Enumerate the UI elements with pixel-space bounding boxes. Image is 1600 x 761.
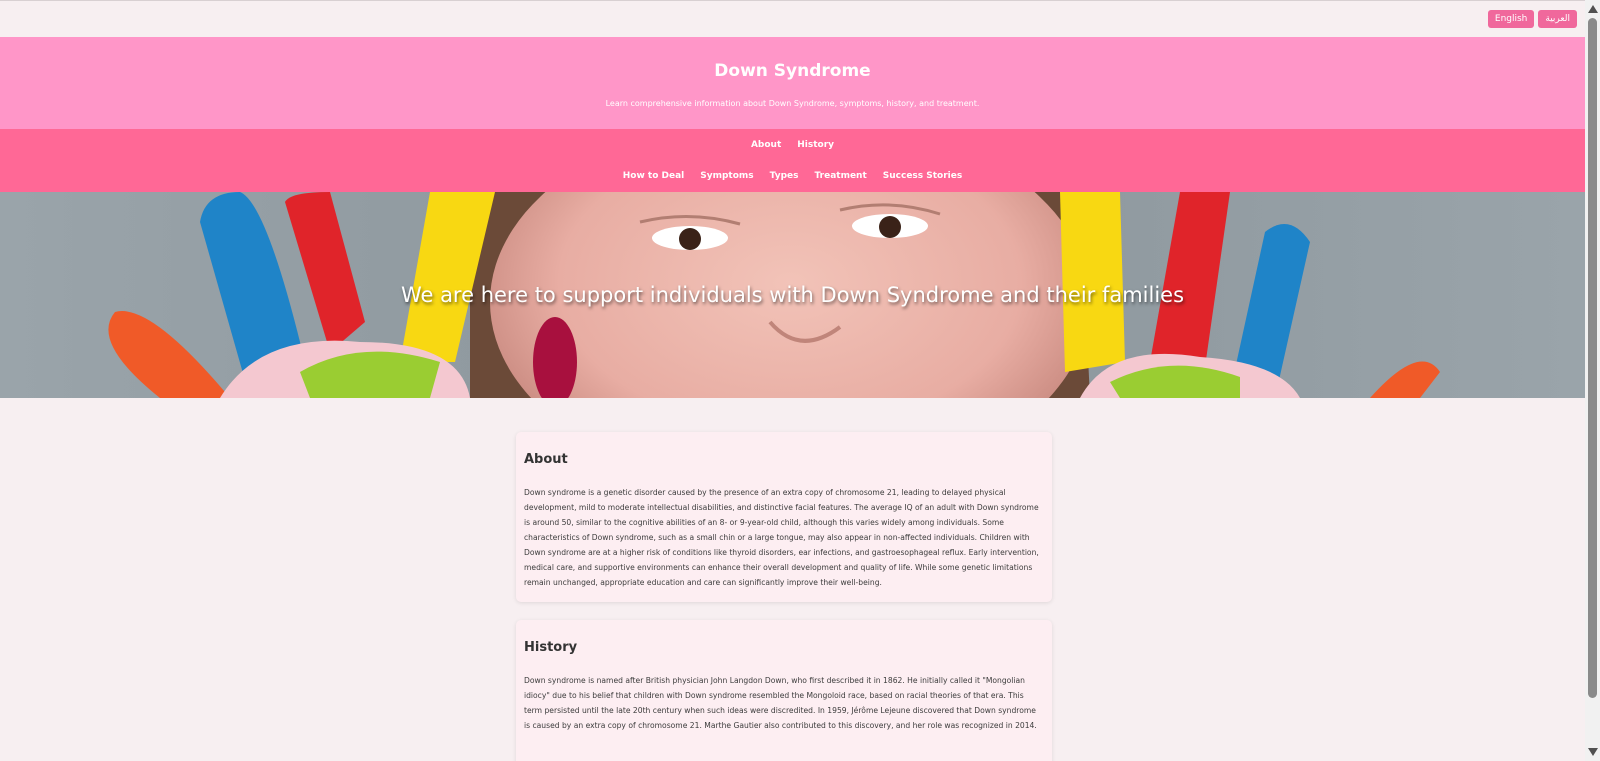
nav-link-types[interactable]: Types bbox=[770, 170, 799, 182]
scrollbar-thumb[interactable] bbox=[1588, 18, 1597, 698]
browser-viewport: English العربية Down Syndrome Learn comp… bbox=[0, 0, 1600, 761]
nav-row-primary: About History bbox=[0, 139, 1585, 151]
vertical-scrollbar[interactable] bbox=[1585, 0, 1600, 761]
scroll-up-arrow-icon[interactable] bbox=[1588, 5, 1598, 13]
history-section: History Down syndrome is named after Bri… bbox=[516, 620, 1052, 761]
scroll-down-arrow-icon[interactable] bbox=[1588, 748, 1598, 756]
hero-banner: We are here to support individuals with … bbox=[0, 192, 1585, 398]
language-switcher: English العربية bbox=[1487, 10, 1577, 28]
site-header: Down Syndrome Learn comprehensive inform… bbox=[0, 37, 1585, 129]
hero-tagline: We are here to support individuals with … bbox=[400, 283, 1185, 307]
nav-link-history[interactable]: History bbox=[797, 139, 834, 151]
page: English العربية Down Syndrome Learn comp… bbox=[0, 0, 1585, 761]
history-text: Down syndrome is named after British phy… bbox=[524, 676, 1037, 730]
about-title: About bbox=[524, 452, 568, 467]
site-title: Down Syndrome bbox=[714, 61, 871, 81]
site-subtitle: Learn comprehensive information about Do… bbox=[605, 99, 980, 108]
top-divider bbox=[0, 0, 1585, 1]
about-section: About Down syndrome is a genetic disorde… bbox=[516, 432, 1052, 602]
nav-link-treatment[interactable]: Treatment bbox=[815, 170, 867, 182]
main-nav: About History How to Deal Symptoms Types… bbox=[0, 129, 1585, 192]
history-title: History bbox=[524, 640, 578, 655]
nav-link-how-to-deal[interactable]: How to Deal bbox=[623, 170, 685, 182]
nav-row-secondary: How to Deal Symptoms Types Treatment Suc… bbox=[0, 170, 1585, 182]
nav-link-symptoms[interactable]: Symptoms bbox=[700, 170, 753, 182]
arabic-button[interactable]: العربية bbox=[1538, 10, 1577, 28]
english-button[interactable]: English bbox=[1487, 10, 1535, 28]
nav-link-about[interactable]: About bbox=[751, 139, 781, 151]
about-text: Down syndrome is a genetic disorder caus… bbox=[524, 488, 1039, 587]
nav-link-success-stories[interactable]: Success Stories bbox=[883, 170, 962, 182]
